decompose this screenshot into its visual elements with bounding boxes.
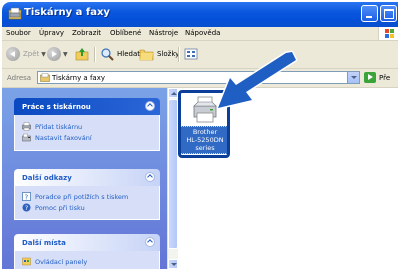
scroll-thumb[interactable] bbox=[168, 99, 178, 249]
back-button[interactable]: Zpět ▼ bbox=[6, 46, 46, 62]
task-label: Poradce při potížích s tiskem bbox=[35, 192, 129, 201]
task-control-panel[interactable]: Ovládací panely bbox=[15, 256, 159, 267]
chevron-down-icon: ▼ bbox=[41, 50, 46, 58]
window-title: Tiskárny a faxy bbox=[24, 7, 110, 18]
other-places-panel: Další místa Ovládací panely bbox=[14, 234, 160, 269]
go-icon[interactable] bbox=[364, 72, 376, 83]
toolbar: Zpět ▼ ▼ Hledat Složky bbox=[2, 41, 398, 69]
address-input[interactable]: Tiskárny a faxy bbox=[37, 71, 360, 84]
toolbar-separator bbox=[178, 47, 180, 62]
search-icon bbox=[101, 48, 114, 61]
up-button[interactable] bbox=[75, 46, 89, 62]
printer-tasks-body: Přidat tiskárnu Nastavit faxování bbox=[14, 115, 160, 151]
task-troubleshoot-printing[interactable]: ? Poradce při potížích s tiskem bbox=[15, 191, 159, 202]
toolbar-separator bbox=[94, 47, 96, 62]
search-button[interactable]: Hledat bbox=[100, 46, 140, 62]
views-icon bbox=[184, 48, 198, 60]
folders-icon bbox=[139, 49, 154, 61]
callout-arrow-icon bbox=[216, 50, 298, 110]
up-folder-icon bbox=[75, 48, 89, 61]
menu-view[interactable]: Zobrazit bbox=[72, 29, 101, 37]
menu-bar: Soubor Úpravy Zobrazit Oblíbené Nástroje… bbox=[2, 27, 398, 41]
printer-folder-icon bbox=[8, 7, 22, 20]
address-label: Adresa bbox=[7, 74, 32, 82]
other-places-header[interactable]: Další místa bbox=[14, 234, 160, 251]
task-setup-fax[interactable]: Nastavit faxování bbox=[15, 132, 159, 143]
menu-help[interactable]: Nápověda bbox=[185, 29, 220, 37]
back-label: Zpět bbox=[23, 50, 40, 58]
forward-button[interactable]: ▼ bbox=[47, 46, 68, 62]
see-also-title: Další odkazy bbox=[22, 174, 72, 182]
title-bar: Tiskárny a faxy bbox=[2, 2, 398, 27]
printer-folder-icon bbox=[40, 73, 50, 82]
go-label[interactable]: Pře bbox=[379, 74, 390, 82]
printer-tasks-header[interactable]: Práce s tiskárnou bbox=[14, 98, 160, 115]
printer-tasks-title: Práce s tiskárnou bbox=[22, 103, 91, 111]
menu-file[interactable]: Soubor bbox=[6, 29, 31, 37]
scroll-down-button[interactable] bbox=[168, 259, 178, 269]
scroll-up-button[interactable] bbox=[168, 88, 178, 98]
chevron-down-icon: ▼ bbox=[63, 50, 68, 58]
other-places-title: Další místa bbox=[22, 239, 66, 247]
see-also-panel: Další odkazy ? Poradce při potížích s ti… bbox=[14, 169, 160, 220]
minimize-button[interactable] bbox=[361, 5, 378, 22]
other-places-body: Ovládací panely bbox=[14, 251, 160, 269]
address-dropdown-button[interactable] bbox=[347, 72, 359, 83]
svg-text:?: ? bbox=[25, 194, 29, 202]
task-pane: Práce s tiskárnou Přidat tiskárnu Nastav… bbox=[2, 88, 167, 269]
task-label: Pomoc při tisku bbox=[35, 203, 85, 212]
maximize-button[interactable] bbox=[380, 5, 397, 22]
explorer-window: Tiskárny a faxy Soubor Úpravy Zobrazit O… bbox=[2, 2, 398, 269]
task-label: Přidat tiskárnu bbox=[35, 122, 83, 131]
forward-icon bbox=[47, 47, 61, 61]
views-button[interactable] bbox=[184, 46, 198, 62]
back-icon bbox=[6, 47, 20, 61]
collapse-icon[interactable] bbox=[145, 237, 155, 247]
windows-logo-icon bbox=[378, 27, 398, 40]
address-value: Tiskárny a faxy bbox=[52, 74, 105, 82]
collapse-icon[interactable] bbox=[145, 101, 155, 111]
menu-edit[interactable]: Úpravy bbox=[39, 29, 64, 37]
task-printing-help[interactable]: ? Pomoc při tisku bbox=[15, 202, 159, 213]
collapse-icon[interactable] bbox=[145, 172, 155, 182]
add-printer-icon bbox=[22, 122, 31, 131]
task-add-printer[interactable]: Přidat tiskárnu bbox=[15, 121, 159, 132]
menu-favorites[interactable]: Oblíbené bbox=[110, 29, 141, 37]
troubleshoot-icon: ? bbox=[22, 192, 31, 201]
search-label: Hledat bbox=[117, 50, 140, 58]
windows-flag-icon bbox=[385, 29, 394, 38]
see-also-header[interactable]: Další odkazy bbox=[14, 169, 160, 186]
task-label: Nastavit faxování bbox=[35, 133, 92, 142]
printer-tasks-panel: Práce s tiskárnou Přidat tiskárnu Nastav… bbox=[14, 98, 160, 151]
task-pane-scrollbar[interactable] bbox=[167, 88, 178, 269]
control-panel-icon bbox=[22, 257, 31, 266]
address-bar: Adresa Tiskárny a faxy Pře bbox=[2, 69, 398, 88]
svg-text:?: ? bbox=[25, 204, 28, 212]
fax-icon bbox=[22, 133, 31, 142]
help-icon: ? bbox=[22, 203, 31, 212]
folders-label: Složky bbox=[157, 50, 180, 58]
see-also-body: ? Poradce při potížích s tiskem ? Pomoc … bbox=[14, 186, 160, 220]
task-label: Ovládací panely bbox=[35, 257, 88, 266]
folders-button[interactable]: Složky bbox=[139, 46, 179, 62]
menu-tools[interactable]: Nástroje bbox=[149, 29, 178, 37]
